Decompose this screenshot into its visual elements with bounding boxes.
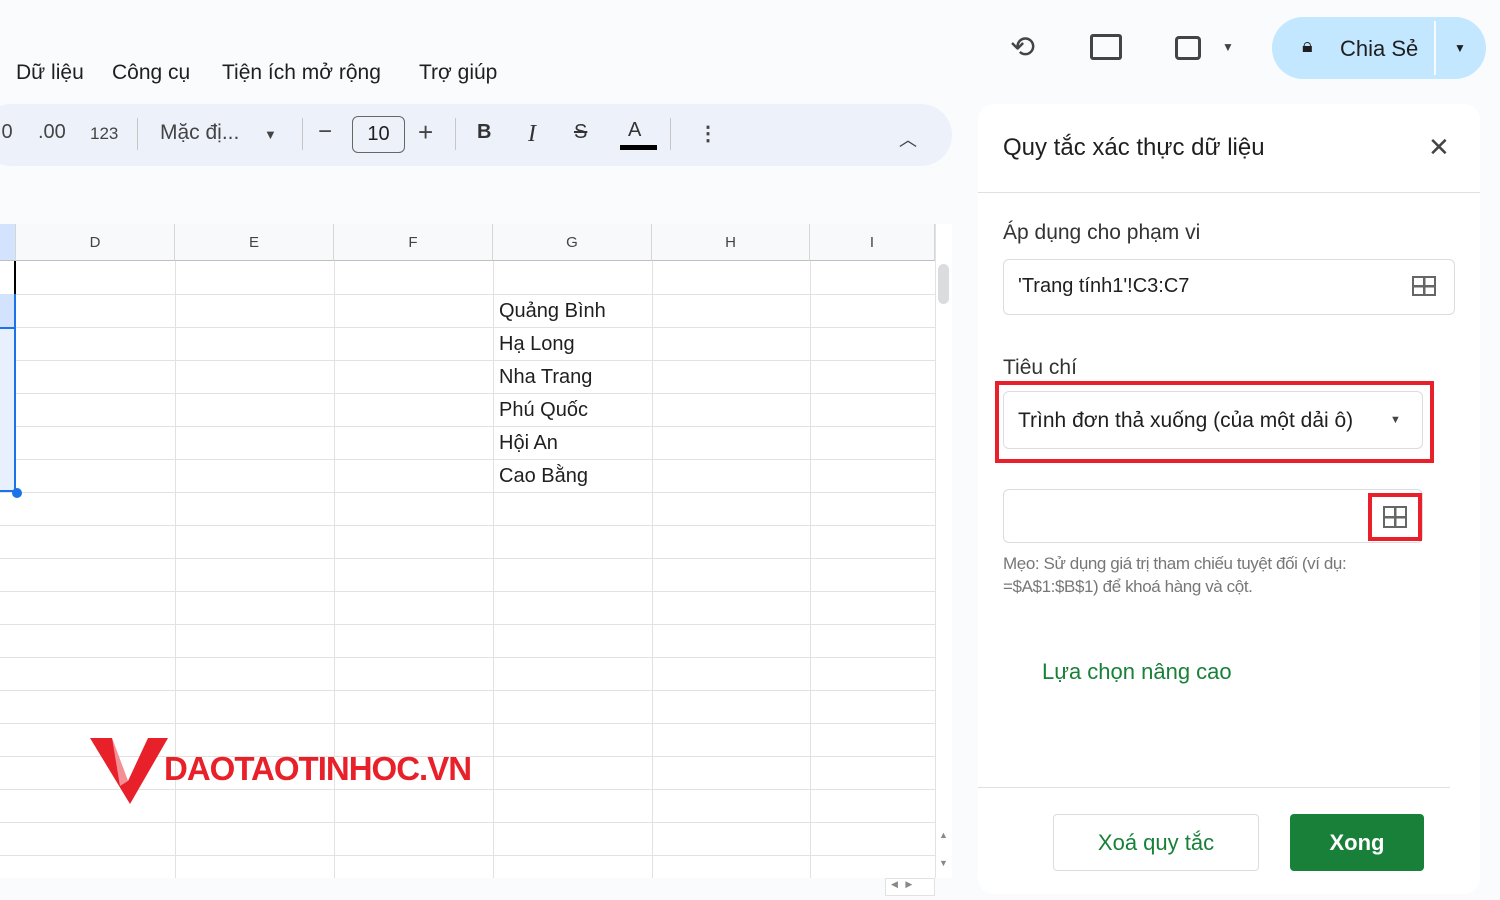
criteria-value: Trình đơn thả xuống (của một dải ô)	[1018, 409, 1354, 432]
fill-handle[interactable]	[12, 488, 22, 498]
column-header-c[interactable]	[0, 224, 16, 261]
meet-dropdown-icon[interactable]: ▼	[1222, 40, 1234, 54]
decrease-font-button[interactable]: −	[318, 118, 332, 146]
selected-range[interactable]	[0, 327, 16, 492]
lock-icon: 🔒︎	[1302, 35, 1313, 57]
criteria-dropdown[interactable]: Trình đơn thả xuống (của một dải ô) ▼	[1003, 391, 1423, 449]
column-header-h[interactable]: H	[652, 224, 810, 261]
column-header-f[interactable]: F	[334, 224, 493, 261]
cell-g8[interactable]: Cao Bằng	[499, 465, 588, 488]
number-format-button[interactable]: 123	[90, 124, 118, 144]
cell-g3[interactable]: Quảng Bình	[499, 300, 606, 323]
decrease-decimal-button[interactable]: .0	[0, 121, 13, 144]
menu-extensions[interactable]: Tiện ích mở rộng	[222, 61, 381, 85]
share-label: Chia Sẻ	[1340, 36, 1419, 61]
select-range-icon[interactable]	[1383, 506, 1407, 528]
active-cell-edge	[0, 261, 16, 294]
data-validation-panel: Quy tắc xác thực dữ liệu ✕ Áp dụng cho p…	[978, 104, 1480, 894]
cell-g5[interactable]: Nha Trang	[499, 366, 592, 389]
range-value: 'Trang tính1'!C3:C7	[1018, 275, 1190, 297]
horizontal-scroll-arrows[interactable]: ◀ ▶	[885, 878, 935, 896]
text-color-swatch	[620, 145, 657, 150]
select-range-icon[interactable]	[1412, 276, 1436, 296]
increase-font-button[interactable]: +	[418, 117, 433, 148]
scrollbar-thumb[interactable]	[938, 264, 949, 304]
italic-button[interactable]: I	[528, 121, 536, 148]
watermark-text: DAOTAOTINHOC.VN	[164, 750, 472, 787]
text-color-button[interactable]: A	[628, 119, 641, 142]
criteria-label: Tiêu chí	[1003, 356, 1077, 379]
source-range-highlight	[1368, 493, 1422, 541]
range-input[interactable]: 'Trang tính1'!C3:C7	[1003, 259, 1455, 315]
font-select[interactable]: Mặc đị...	[160, 121, 239, 145]
share-button[interactable]: 🔒︎ Chia Sẻ ▼	[1272, 17, 1486, 79]
font-dropdown-icon[interactable]: ▼	[264, 127, 277, 142]
source-range-input[interactable]	[1003, 489, 1423, 543]
strikethrough-button[interactable]: S	[574, 121, 587, 144]
vertical-scrollbar[interactable]: ▲ ▼	[935, 224, 952, 878]
menu-tools[interactable]: Công cụ	[112, 61, 190, 85]
collapse-toolbar-icon[interactable]: ︿	[899, 126, 917, 152]
done-button[interactable]: Xong	[1290, 814, 1424, 871]
column-header-g[interactable]: G	[493, 224, 652, 261]
range-label: Áp dụng cho phạm vi	[1003, 221, 1201, 244]
column-header-e[interactable]: E	[175, 224, 334, 261]
history-icon[interactable]: ⟲	[1010, 30, 1035, 65]
column-header-i[interactable]: I	[810, 224, 935, 261]
font-size-input[interactable]: 10	[352, 116, 405, 153]
comment-icon[interactable]	[1090, 34, 1122, 60]
toolbar	[0, 104, 952, 166]
cell-g7[interactable]: Hội An	[499, 432, 558, 455]
remove-rule-button[interactable]: Xoá quy tắc	[1053, 814, 1259, 871]
increase-decimal-button[interactable]: .00	[38, 121, 66, 144]
share-dropdown-icon[interactable]: ▼	[1454, 41, 1466, 55]
dropdown-arrow-icon: ▼	[1390, 414, 1401, 426]
advanced-options-link[interactable]: Lựa chọn nâng cao	[1042, 659, 1232, 685]
close-icon[interactable]: ✕	[1428, 132, 1450, 163]
watermark-logo: DAOTAOTINHOC.VN	[90, 736, 472, 811]
tip-text: Mẹo: Sử dụng giá trị tham chiếu tuyệt đố…	[1003, 554, 1347, 596]
panel-title: Quy tắc xác thực dữ liệu	[1003, 134, 1265, 161]
menu-data[interactable]: Dữ liệu	[16, 61, 84, 85]
cell-g4[interactable]: Hạ Long	[499, 333, 575, 356]
bold-button[interactable]: B	[477, 121, 491, 144]
cell-g6[interactable]: Phú Quốc	[499, 399, 588, 422]
column-header-d[interactable]: D	[16, 224, 175, 261]
more-icon[interactable]: ⋮	[698, 121, 718, 146]
menu-help[interactable]: Trợ giúp	[419, 61, 497, 85]
meet-icon[interactable]	[1175, 36, 1201, 60]
